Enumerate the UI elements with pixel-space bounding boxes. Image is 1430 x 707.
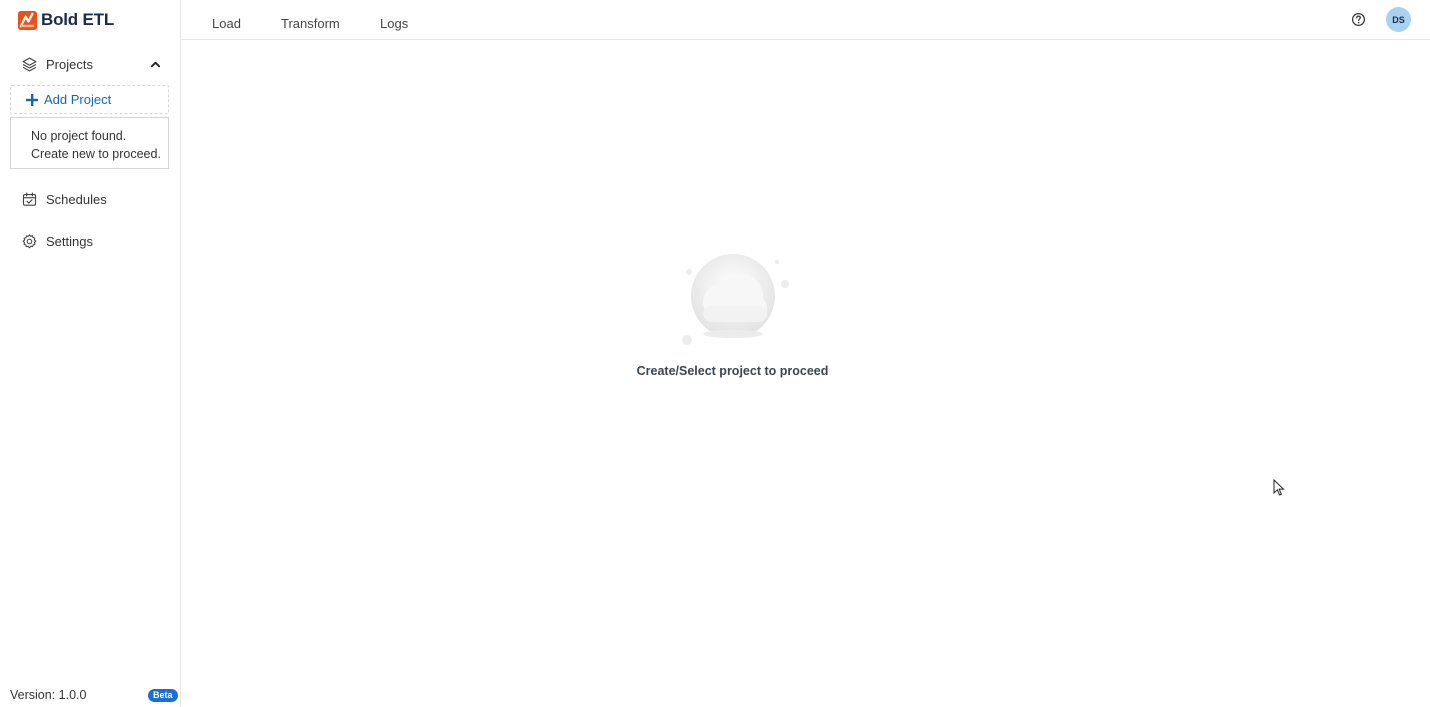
bold-etl-logo-icon <box>18 10 37 30</box>
brand-name: Bold ETL <box>41 10 114 29</box>
mouse-cursor-icon <box>1273 479 1285 496</box>
user-avatar[interactable]: DS <box>1386 7 1411 32</box>
empty-state-message: Create/Select project to proceed <box>636 364 829 378</box>
sidebar: Bold ETL Projects Add Project No project… <box>0 0 181 707</box>
beta-badge: Beta <box>148 689 178 702</box>
top-navigation: Load Transform Logs DS <box>181 0 1430 40</box>
sidebar-item-label: Settings <box>46 234 93 249</box>
layers-icon <box>22 57 37 72</box>
cloud-illustration-icon <box>681 254 789 345</box>
no-project-message: No project found. Create new to proceed. <box>10 117 169 169</box>
chevron-up-icon[interactable] <box>150 59 161 70</box>
add-project-label: Add Project <box>44 92 112 107</box>
gear-icon <box>22 234 37 249</box>
add-project-button[interactable]: Add Project <box>10 85 169 114</box>
sidebar-item-label: Schedules <box>46 192 107 207</box>
help-icon[interactable] <box>1351 12 1366 27</box>
version-label: Version: 1.0.0 <box>10 688 87 702</box>
sidebar-item-projects[interactable]: Projects <box>21 56 161 73</box>
sidebar-item-label: Projects <box>46 57 93 72</box>
sidebar-item-settings[interactable]: Settings <box>21 233 93 250</box>
tab-load[interactable]: Load <box>212 16 241 31</box>
tab-transform[interactable]: Transform <box>281 16 340 31</box>
sidebar-item-schedules[interactable]: Schedules <box>21 191 107 208</box>
calendar-check-icon <box>22 192 37 206</box>
brand[interactable]: Bold ETL <box>18 10 114 30</box>
tab-logs[interactable]: Logs <box>380 16 408 31</box>
plus-icon <box>26 93 38 106</box>
empty-state: Create/Select project to proceed <box>600 250 865 378</box>
